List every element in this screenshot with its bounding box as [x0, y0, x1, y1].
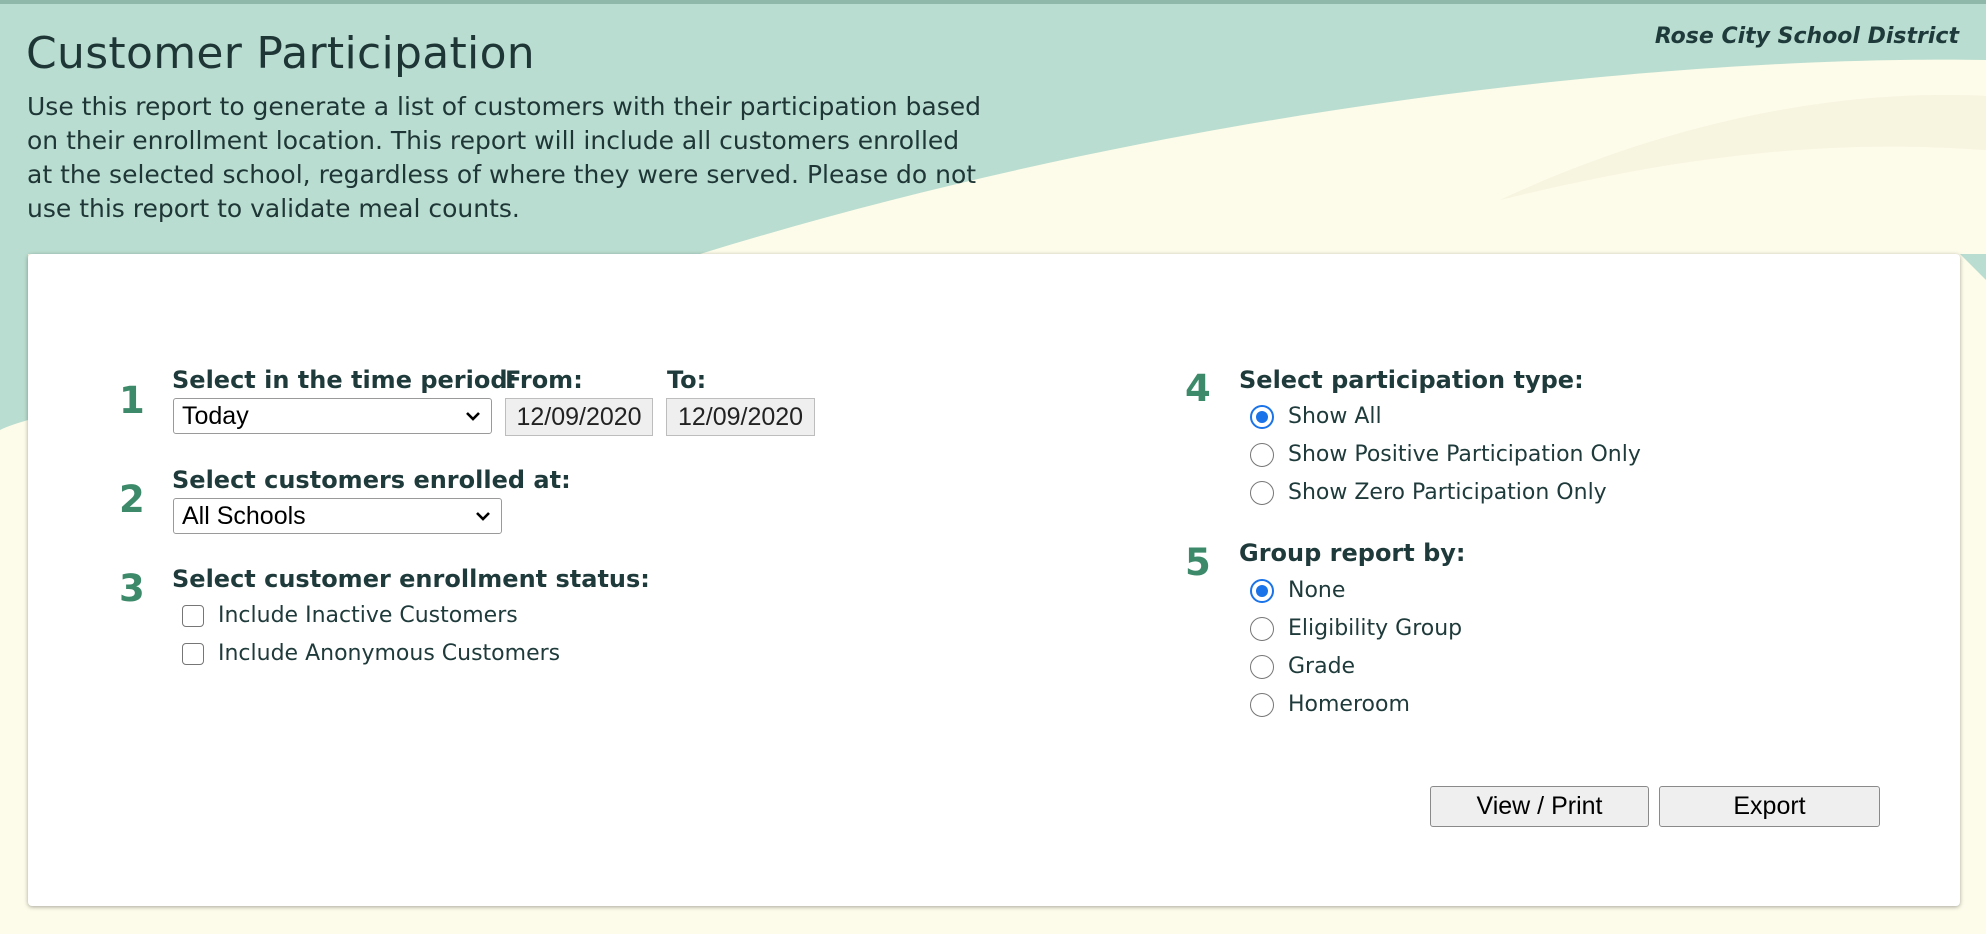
export-button[interactable]: Export: [1659, 786, 1880, 827]
group-grade-radio[interactable]: [1250, 654, 1274, 679]
school-select[interactable]: All Schools: [173, 498, 502, 534]
include-inactive-label: Include Inactive Customers: [218, 603, 518, 628]
group-none-radio[interactable]: [1250, 578, 1274, 603]
zero-only-label: Show Zero Participation Only: [1288, 480, 1607, 505]
participation-option-show-all[interactable]: Show All: [1250, 404, 1382, 429]
include-anonymous-label: Include Anonymous Customers: [218, 641, 561, 666]
group-eligibility-radio[interactable]: [1250, 616, 1274, 641]
step-number-3: 3: [119, 567, 145, 610]
time-period-select[interactable]: Today: [173, 398, 492, 434]
show-all-label: Show All: [1288, 404, 1382, 429]
include-anonymous-checkbox[interactable]: [182, 642, 204, 665]
step-number-5: 5: [1185, 541, 1211, 584]
include-inactive-option[interactable]: Include Inactive Customers: [182, 603, 518, 628]
step-number-4: 4: [1185, 367, 1211, 410]
positive-only-radio[interactable]: [1250, 442, 1274, 467]
from-date-field[interactable]: 12/09/2020: [505, 398, 653, 436]
from-label: From:: [505, 366, 583, 394]
group-grade-label: Grade: [1288, 654, 1356, 679]
group-option-eligibility[interactable]: Eligibility Group: [1250, 616, 1462, 641]
group-option-homeroom[interactable]: Homeroom: [1250, 692, 1410, 717]
group-homeroom-radio[interactable]: [1250, 692, 1274, 717]
report-description: Use this report to generate a list of cu…: [27, 92, 982, 223]
step-number-2: 2: [119, 478, 145, 521]
group-none-label: None: [1288, 578, 1346, 603]
to-date-field[interactable]: 12/09/2020: [666, 398, 815, 436]
participation-option-positive[interactable]: Show Positive Participation Only: [1250, 442, 1641, 467]
report-options-panel: 1 Select in the time period: From: To: T…: [28, 254, 1960, 906]
page-title: Customer Participation: [26, 28, 535, 79]
chevron-down-icon: [476, 512, 490, 521]
enrolled-at-label: Select customers enrolled at:: [172, 466, 571, 494]
to-label: To:: [667, 366, 707, 394]
time-period-label: Select in the time period:: [172, 366, 518, 394]
enrollment-status-label: Select customer enrollment status:: [172, 565, 650, 593]
district-name: Rose City School District: [1654, 24, 1959, 49]
show-all-radio[interactable]: [1250, 404, 1274, 429]
zero-only-radio[interactable]: [1250, 480, 1274, 505]
step-number-1: 1: [119, 379, 145, 422]
group-by-label: Group report by:: [1239, 539, 1466, 567]
include-anonymous-option[interactable]: Include Anonymous Customers: [182, 641, 560, 666]
time-period-value: Today: [182, 401, 249, 430]
group-eligibility-label: Eligibility Group: [1288, 616, 1463, 641]
include-inactive-checkbox[interactable]: [182, 604, 204, 627]
participation-option-zero[interactable]: Show Zero Participation Only: [1250, 480, 1607, 505]
group-homeroom-label: Homeroom: [1288, 692, 1410, 717]
positive-only-label: Show Positive Participation Only: [1288, 442, 1641, 467]
participation-type-label: Select participation type:: [1239, 366, 1584, 394]
school-value: All Schools: [182, 501, 306, 530]
group-option-grade[interactable]: Grade: [1250, 654, 1355, 679]
chevron-down-icon: [466, 412, 480, 421]
view-print-button[interactable]: View / Print: [1430, 786, 1649, 827]
group-option-none[interactable]: None: [1250, 578, 1345, 603]
